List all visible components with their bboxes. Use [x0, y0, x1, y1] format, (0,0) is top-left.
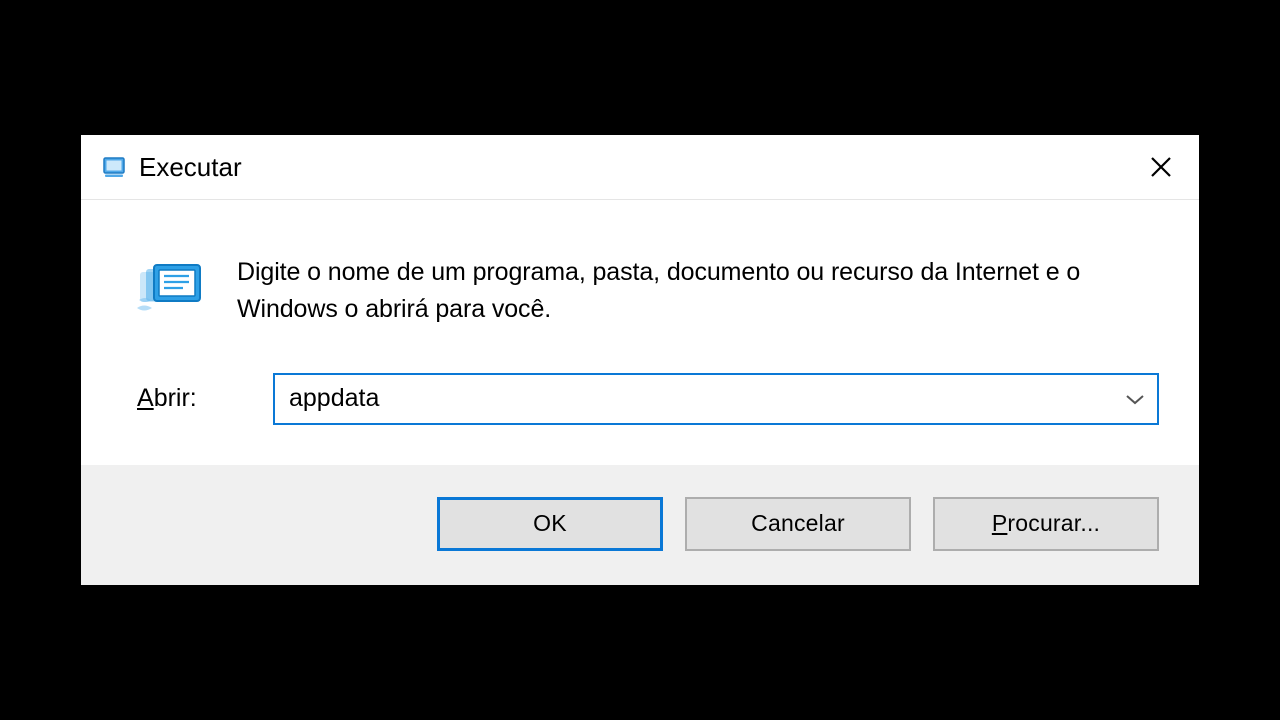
open-label: Abrir: [137, 384, 255, 413]
run-large-icon [137, 254, 209, 318]
dialog-content: Digite o nome de um programa, pasta, doc… [81, 200, 1199, 465]
open-combobox[interactable] [273, 373, 1159, 425]
titlebar: Executar [81, 135, 1199, 200]
cancel-button[interactable]: Cancelar [685, 497, 911, 551]
dialog-title: Executar [139, 152, 242, 183]
description-row: Digite o nome de um programa, pasta, doc… [121, 254, 1159, 327]
ok-button[interactable]: OK [437, 497, 663, 551]
button-row: OK Cancelar Procurar... [81, 465, 1199, 585]
dialog-description: Digite o nome de um programa, pasta, doc… [237, 254, 1159, 327]
input-row: Abrir: [121, 373, 1159, 425]
browse-button[interactable]: Procurar... [933, 497, 1159, 551]
run-titlebar-icon [101, 155, 127, 179]
run-dialog: Executar [81, 135, 1199, 585]
titlebar-left: Executar [101, 152, 242, 183]
open-input[interactable] [275, 375, 1113, 423]
close-button[interactable] [1141, 147, 1181, 187]
chevron-down-icon[interactable] [1113, 375, 1157, 423]
